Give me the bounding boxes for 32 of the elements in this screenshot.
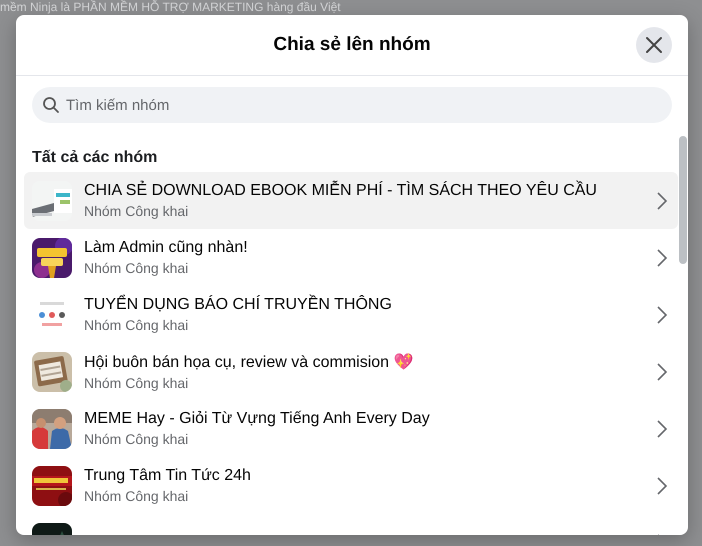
group-privacy: Nhóm Công khai: [84, 488, 190, 504]
chevron-right-icon: [656, 418, 668, 438]
dialog-title: Chia sẻ lên nhóm: [273, 34, 431, 56]
group-name: Làm Admin cũng nhàn!: [84, 239, 249, 257]
group-privacy: Nhóm Công khai: [84, 317, 190, 333]
group-privacy: Nhóm Công khai: [84, 431, 190, 447]
group-item[interactable]: MEME Hay - Giỏi Từ Vựng Tiếng Anh Every Day Nhóm Công khai: [24, 400, 678, 457]
group-item[interactable]: Làm Admin cũng nhàn! Nhóm Công khai: [24, 229, 678, 286]
group-privacy: Nhóm Công khai: [84, 375, 190, 391]
group-item[interactable]: TUYỂN DỤNG BÁO CHÍ TRUYỀN THÔNG Nhóm Công khai: [24, 286, 678, 343]
close-icon: [644, 35, 664, 55]
search-field[interactable]: Tìm kiếm nhóm: [32, 87, 672, 123]
chevron-right-icon: [656, 304, 668, 324]
close-button[interactable]: [636, 27, 672, 63]
group-name: Trung Tâm Tin Tức 24h: [84, 467, 252, 485]
group-name: Hội buôn bán họa cụ, review và commision 💖: [84, 352, 414, 372]
group-name: TUYỂN DỤNG BÁO CHÍ TRUYỀN THÔNG: [84, 296, 393, 314]
background-text: mềm Ninja là PHẦN MỀM HỖ TRỢ MARKETING hàng đầu Việt: [0, 0, 341, 14]
chevron-right-icon: [656, 476, 668, 496]
group-item[interactable]: Hội buôn bán họa cụ, review và commision 💖 Nhóm Công khai: [24, 343, 678, 400]
search-icon: [42, 96, 60, 114]
section-title: Tất cả các nhóm: [31, 148, 158, 168]
chevron-right-icon: [656, 362, 668, 382]
scrollbar-thumb[interactable]: [679, 136, 687, 264]
group-privacy: Nhóm Công khai: [84, 203, 190, 219]
chevron-right-icon: [656, 190, 668, 210]
group-privacy: Nhóm Công khai: [84, 260, 190, 276]
group-name: MEME Hay - Giỏi Từ Vựng Tiếng Anh Every Day: [84, 410, 431, 428]
group-item[interactable]: Trung Tâm Tin Tức 24h Nhóm Công khai: [24, 457, 678, 514]
group-item[interactable]: CHIA SẺ DOWNLOAD EBOOK MIỄN PHÍ - TÌM SÁCH THEO YÊU CẦU Nhóm Công khai: [24, 172, 678, 229]
group-name: CHIA SẺ DOWNLOAD EBOOK MIỄN PHÍ - TÌM SÁCH THEO YÊU CẦU: [84, 182, 598, 200]
chevron-right-icon: [656, 248, 668, 268]
